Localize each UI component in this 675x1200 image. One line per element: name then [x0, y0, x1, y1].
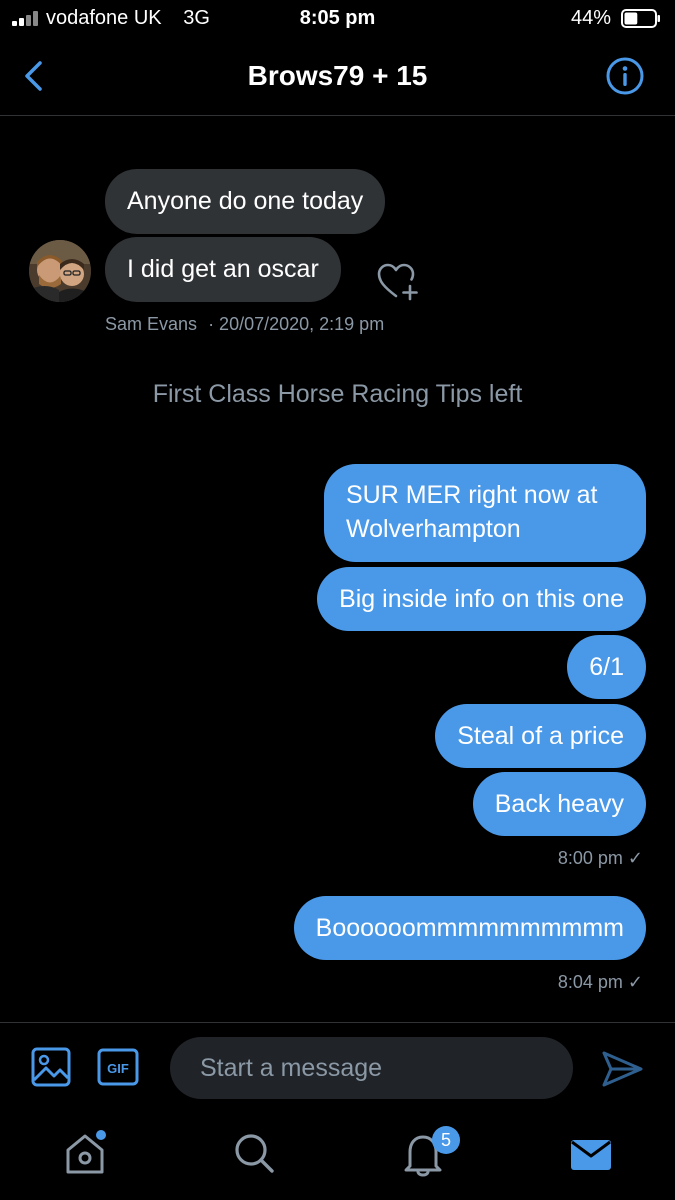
- battery-icon: [621, 9, 660, 28]
- avatar[interactable]: [29, 240, 91, 302]
- info-icon[interactable]: [605, 56, 645, 96]
- outgoing-message[interactable]: Back heavy: [472, 772, 646, 836]
- outgoing-message[interactable]: Boooooommmmmmmmmm: [293, 896, 646, 960]
- message-input[interactable]: [170, 1037, 573, 1099]
- outgoing-message[interactable]: 6/1: [567, 635, 646, 699]
- outgoing-message[interactable]: Steal of a price: [435, 704, 646, 768]
- tab-bar: [0, 1112, 675, 1200]
- conversation-header: Brows79 + 15: [0, 40, 675, 116]
- image-icon[interactable]: [31, 1047, 71, 1087]
- message-timestamp: · 20/07/2020, 2:19 pm: [208, 314, 385, 334]
- outgoing-message-line: Wolverhampton: [346, 515, 521, 543]
- notification-badge: 5: [432, 1126, 460, 1154]
- status-bar: vodafone UK 3G 8:05 pm 44%: [0, 0, 675, 40]
- new-content-dot: [96, 1130, 106, 1140]
- outgoing-message[interactable]: SUR MER right now at Wolverhampton: [324, 464, 646, 562]
- message-timestamp: 8:04 pm ✓: [557, 972, 643, 992]
- message-meta: Sam Evans · 20/07/2020, 2:19 pm: [105, 314, 384, 335]
- incoming-message[interactable]: Anyone do one today: [105, 169, 386, 234]
- message-composer: GIF: [0, 1022, 675, 1113]
- system-event: First Class Horse Racing Tips left: [152, 380, 523, 408]
- incoming-message[interactable]: I did get an oscar: [105, 237, 341, 302]
- search-icon[interactable]: [229, 1128, 279, 1178]
- mail-icon[interactable]: [566, 1128, 616, 1178]
- outgoing-message[interactable]: Big inside info on this one: [317, 567, 646, 631]
- sender-name: Sam Evans: [105, 314, 198, 334]
- message-timestamp: 8:00 pm ✓: [557, 848, 643, 868]
- svg-text:GIF: GIF: [107, 1061, 129, 1076]
- conversation-title[interactable]: Brows79 + 15: [0, 60, 675, 92]
- avatar-photo: [29, 240, 91, 302]
- battery-percentage: 44%: [570, 7, 611, 29]
- outgoing-message-line: SUR MER right now at: [346, 481, 598, 509]
- message-thread[interactable]: Anyone do one today I did get an oscar S…: [0, 116, 675, 1021]
- heart-plus-icon[interactable]: [376, 262, 420, 302]
- gif-icon[interactable]: GIF: [97, 1048, 139, 1086]
- send-icon[interactable]: [600, 1049, 644, 1089]
